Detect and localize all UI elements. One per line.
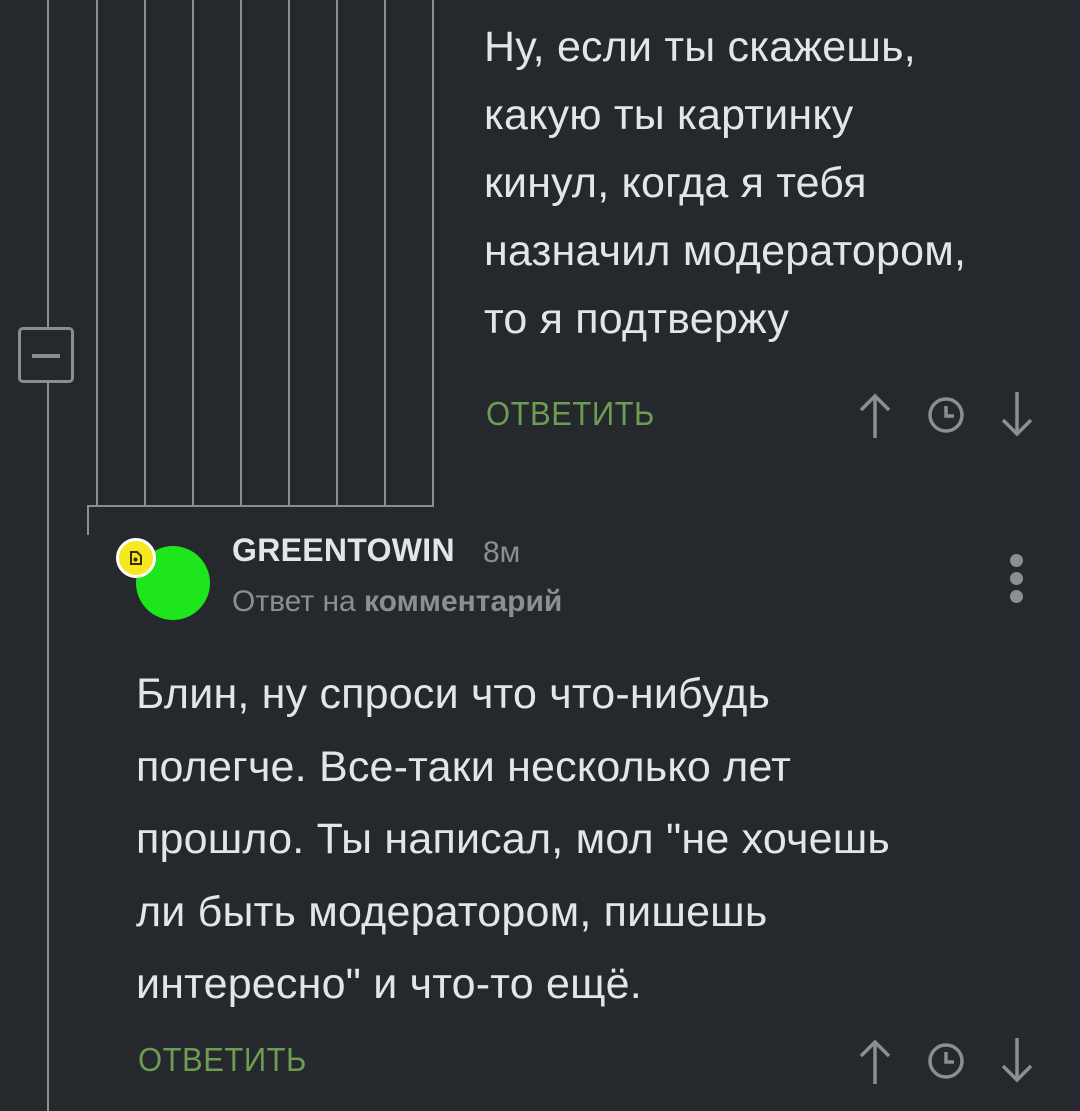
clock-icon[interactable]	[925, 394, 967, 436]
comment-text-line: то я подтвержу	[484, 295, 790, 343]
badge-icon	[116, 538, 156, 578]
thread-line[interactable]	[144, 0, 146, 506]
thread-line[interactable]	[192, 0, 194, 506]
thread-line[interactable]	[96, 0, 98, 506]
username[interactable]: GREENTOWIN	[232, 532, 455, 569]
thread-line[interactable]	[432, 0, 434, 506]
collapse-button[interactable]	[18, 327, 74, 383]
comment-text-line: Блин, ну спроси что что-нибудь	[136, 670, 771, 718]
reply-to-prefix: Ответ на	[232, 585, 356, 618]
comments-page: Ну, если ты скажешь, какую ты картинку к…	[0, 0, 1080, 1111]
thread-line[interactable]	[336, 0, 338, 506]
reply-to: Ответ на комментарий	[232, 585, 562, 619]
comment-text-line: ли быть модератором, пишешь	[136, 887, 768, 936]
thread-line[interactable]	[384, 0, 386, 506]
arrow-up-icon[interactable]	[855, 390, 895, 442]
thread-branch-stub	[87, 505, 89, 535]
comment-text-line: прошло. Ты написал, мол "не хочешь	[136, 815, 891, 863]
collapse-minus-icon	[32, 354, 60, 358]
comment-text-line: интересно" и что-то ещё.	[136, 960, 642, 1008]
comment-text-line: Ну, если ты скажешь,	[484, 23, 916, 71]
thread-line[interactable]	[240, 0, 242, 506]
comment-text-line: назначил модератором,	[484, 227, 967, 275]
reply-button[interactable]: ОТВЕТИТЬ	[486, 395, 655, 434]
reply-to-link[interactable]: комментарий	[364, 585, 562, 618]
comment-text-line: полегче. Все-таки несколько лет	[136, 742, 792, 791]
thread-line[interactable]	[47, 0, 49, 327]
comment-time: 8м	[483, 536, 521, 569]
thread-line[interactable]	[47, 383, 49, 1111]
more-vertical-icon[interactable]	[1004, 552, 1032, 604]
thread-line-bottom	[96, 505, 434, 507]
arrow-down-icon[interactable]	[997, 1034, 1037, 1086]
avatar[interactable]	[116, 538, 212, 622]
comment-text-line: кинул, когда я тебя	[484, 159, 867, 207]
comment-text: Блин, ну спроси что что-нибудь полегче. …	[136, 658, 890, 1021]
thread-line[interactable]	[288, 0, 290, 506]
reply-button[interactable]: ОТВЕТИТЬ	[138, 1041, 307, 1080]
arrow-up-icon[interactable]	[855, 1036, 895, 1088]
comment-text: Ну, если ты скажешь, какую ты картинку к…	[484, 13, 966, 353]
clock-icon[interactable]	[925, 1040, 967, 1082]
comment-text-line: какую ты картинку	[484, 91, 854, 139]
arrow-down-icon[interactable]	[997, 388, 1037, 440]
